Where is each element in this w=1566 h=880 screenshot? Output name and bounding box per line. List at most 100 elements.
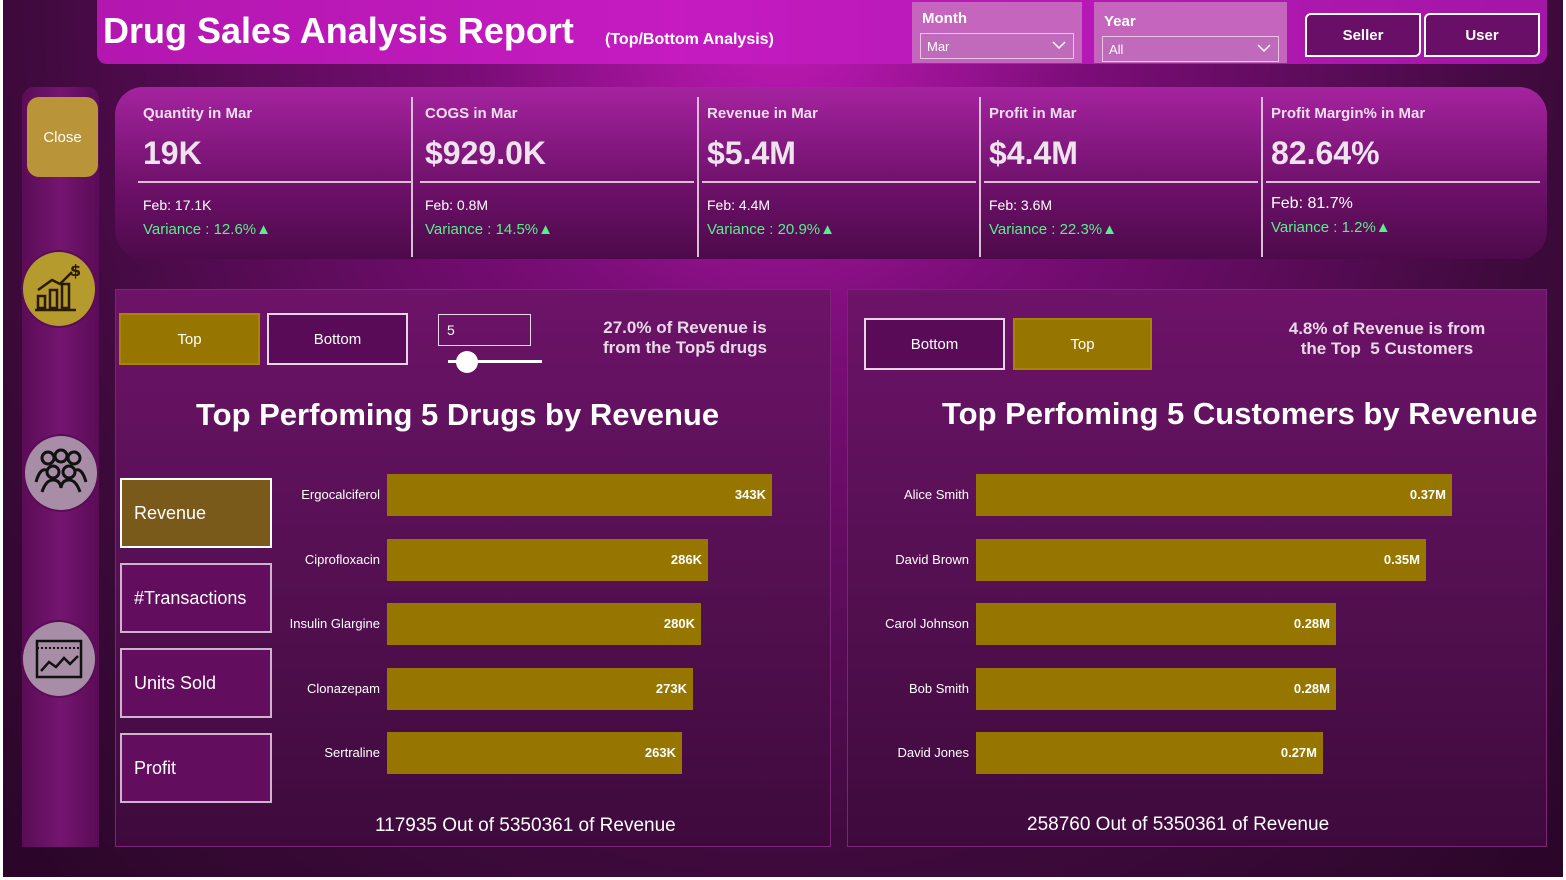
kpi-column-divider [979,97,981,257]
bar[interactable]: 0.35M [976,538,1426,581]
bar-data-label: 273K [655,680,687,696]
bar[interactable]: 0.37M [976,474,1452,516]
bar[interactable]: 343K [387,474,772,516]
kpi-divider [984,181,1258,183]
kpi-value: 82.64% [1271,135,1380,171]
bar-category-label: David Jones [897,745,969,760]
finance-chart-icon: $ [35,262,81,312]
kpi-value: 19K [143,135,202,171]
bar[interactable]: 0.27M [976,732,1323,774]
kpi-previous: Feb: 81.7% [1271,195,1353,212]
kpi-column-divider [1261,97,1263,257]
seller-button[interactable]: Seller [1305,13,1421,57]
user-button[interactable]: User [1424,13,1540,57]
bar[interactable]: 280K [387,603,701,645]
bar-category-label: David Brown [895,551,969,567]
chevron-down-icon [1257,44,1271,53]
kpi-title: Revenue in Mar [707,105,818,122]
topn-input[interactable] [438,314,531,346]
customers-footer: 258760 Out of 5350361 of Revenue [1027,814,1330,835]
bar-data-label: 263K [644,745,676,760]
month-dropdown[interactable]: Mar [920,33,1074,59]
kpi-title: Quantity in Mar [143,105,253,122]
kpi-previous: Feb: 17.1K [143,197,212,213]
bar-data-label: 0.35M [1383,551,1420,567]
kpi-title: Profit in Mar [989,105,1077,122]
year-dropdown[interactable]: All [1102,36,1279,62]
nav-customers-button[interactable] [23,434,99,512]
month-slicer-label: Month [922,10,967,27]
kpi-divider [138,181,412,183]
nav-finance-button[interactable]: $ [21,250,97,328]
year-dropdown-value: All [1109,42,1124,57]
kpi-variance: Variance : 22.3%▲ [989,221,1117,238]
bar-data-label: 0.28M [1293,616,1330,631]
measure-revenue-button[interactable]: Revenue [120,478,272,548]
kpi-previous: Feb: 4.4M [707,197,771,213]
year-slicer[interactable]: Year All [1094,2,1287,63]
bar-category-label: Alice Smith [903,487,969,502]
kpi-previous: Feb: 3.6M [989,197,1053,213]
kpi-value: $5.4M [707,135,796,171]
bar-data-label: 280K [663,616,695,631]
drugs-footer: 117935 Out of 5350361 of Revenue [375,815,676,836]
bar[interactable]: 273K [387,667,693,710]
customers-chart-title: Top Perfoming 5 Customers by Revenue [942,396,1538,431]
kpi-variance: Variance : 20.9%▲ [707,221,835,238]
bar-data-label: 343K [734,487,766,502]
kpi-card-profit: Profit in Mar $4.4M Feb: 3.6M Variance :… [984,97,1258,257]
bar-category-label: Carol Johnson [885,616,969,631]
bar-category-label: Sertraline [324,745,380,760]
kpi-column-divider [411,97,413,257]
bar-data-label: 286K [670,551,702,567]
bar-data-label: 0.37M [1409,487,1446,502]
kpi-column-divider [697,97,699,257]
measure-profit-button[interactable]: Profit [120,733,272,803]
chevron-down-icon [1052,41,1066,50]
topn-slider-handle[interactable] [456,351,478,373]
bar[interactable]: 0.28M [976,667,1336,710]
kpi-variance: Variance : 12.6%▲ [143,221,271,238]
kpi-divider [420,181,694,183]
kpi-divider [702,181,976,183]
bar-data-label: 0.28M [1293,680,1330,696]
year-slicer-label: Year [1104,13,1136,30]
line-chart-window-icon [35,639,83,679]
customers-group-icon [34,448,88,493]
bar[interactable]: 286K [387,538,708,581]
kpi-value: $4.4M [989,135,1078,171]
bar-category-label: Clonazepam [307,680,380,696]
bar-category-label: Bob Smith [909,680,969,696]
nav-trend-button[interactable] [21,620,97,698]
drugs-share-note: 27.0% of Revenue is from the Top5 drugs [602,318,767,357]
month-slicer[interactable]: Month Mar [912,2,1082,63]
bar[interactable]: 263K [387,732,682,774]
close-button[interactable]: Close [27,97,98,177]
kpi-divider [1266,181,1540,183]
drugs-chart-title: Top Perfoming 5 Drugs by Revenue [196,397,720,432]
kpi-title: COGS in Mar [425,105,518,122]
page-subtitle: (Top/Bottom Analysis) [605,31,774,48]
bar-data-label: 0.27M [1280,745,1317,760]
bar[interactable]: 0.28M [976,603,1336,645]
customers-bottom-button[interactable]: Bottom [864,318,1005,370]
kpi-variance: Variance : 14.5%▲ [425,221,553,238]
customers-share-note: 4.8% of Revenue is from the Top 5 Custom… [1288,319,1486,358]
bar-category-label: Ergocalciferol [301,487,380,502]
kpi-card-quantity: Quantity in Mar 19K Feb: 17.1K Variance … [138,97,412,257]
svg-text:$: $ [70,262,81,280]
page-title: Drug Sales Analysis Report [103,10,574,51]
kpi-title: Profit Margin% in Mar [1271,105,1426,122]
month-dropdown-value: Mar [927,39,950,54]
drugs-top-button[interactable]: Top [119,313,260,365]
measure-transactions-button[interactable]: #Transactions [120,563,272,633]
kpi-card-profit-margin: Profit Margin% in Mar 82.64% Feb: 81.7% … [1266,97,1540,257]
kpi-card-cogs: COGS in Mar $929.0K Feb: 0.8M Variance :… [420,97,694,257]
measure-units-sold-button[interactable]: Units Sold [120,648,272,718]
customers-top-button[interactable]: Top [1013,318,1152,370]
bar-category-label: Insulin Glargine [289,616,380,631]
drugs-bottom-button[interactable]: Bottom [267,313,408,365]
kpi-previous: Feb: 0.8M [425,197,489,213]
kpi-variance: Variance : 1.2%▲ [1271,219,1391,236]
bar-category-label: Ciprofloxacin [304,551,380,567]
